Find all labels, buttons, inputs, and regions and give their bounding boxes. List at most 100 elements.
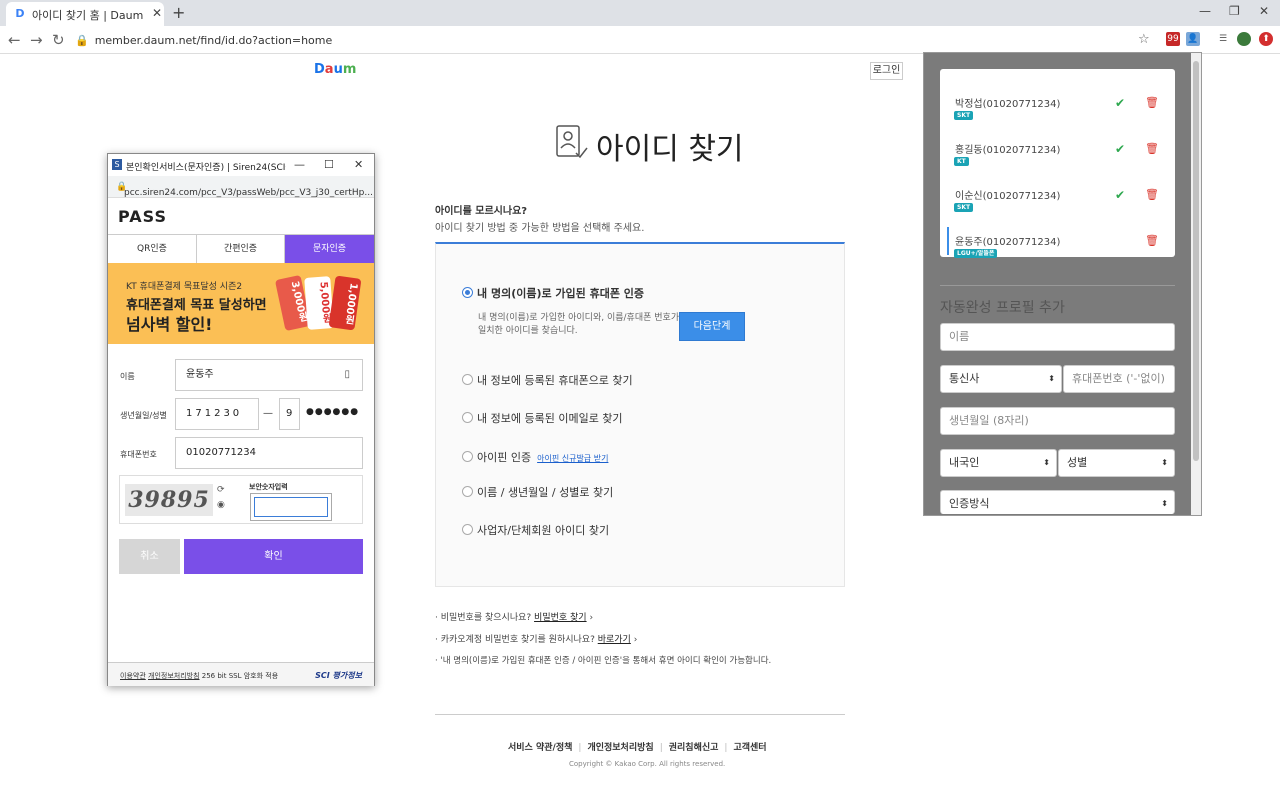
profile-name: 윤동주(01020771234) [955,237,1061,248]
captcha-image: 39895 [125,484,213,516]
tab-close-icon[interactable]: ✕ [152,6,162,20]
check-icon[interactable]: ✔ [1115,96,1125,110]
name-input[interactable]: 윤동주 ▯ [175,359,363,391]
browser-tab[interactable]: D 아이디 찾기 홈 | Daum 아이디 찾기 ✕ [6,2,164,26]
phone-input[interactable]: 01020771234 [175,437,363,469]
option-name-birth-gender[interactable]: 이름 / 생년월일 / 성별로 찾기 [462,484,613,500]
privacy-link[interactable]: 개인정보처리방침 [587,743,653,753]
carrier-badge: KT [954,157,969,166]
option-registered-email[interactable]: 내 정보에 등록된 이메일로 찾기 [462,410,623,426]
captcha-refresh-icon[interactable]: ⟳ [217,485,225,495]
captcha-input[interactable] [250,493,332,521]
minimize-icon[interactable]: — [1199,4,1211,18]
profile-avatar-icon[interactable] [1237,32,1251,46]
find-options-panel: 내 명의(이름)로 가입된 휴대폰 인증 내 명의(이름)로 가입한 아이디와,… [435,242,845,587]
popup-maximize-icon[interactable]: ☐ [324,158,334,171]
captcha-label: 보안숫자입력 [249,483,288,491]
profile-name: 홍길동(01020771234) [955,145,1061,156]
kakao-password-note: · 카카오계정 비밀번호 찾기를 원하시나요? 바로가기 › [435,635,638,645]
find-question: 아이디를 모르시나요? [435,206,528,217]
daum-logo[interactable]: Daum [314,62,356,77]
autofill-extension-panel: 박정섭(01020771234) SKT ✔ 🗑 홍길동(01020771234… [923,52,1202,516]
ipin-issue-link[interactable]: 아이핀 신규발급 받기 [537,454,608,463]
reading-list-icon[interactable]: ☰ [1216,32,1230,46]
login-button[interactable]: 로그인 [870,62,903,80]
restore-icon[interactable]: ❐ [1229,4,1240,18]
birth-input[interactable]: 171230 [175,398,259,430]
scrollbar-thumb[interactable] [1193,61,1199,461]
profile-item[interactable]: 이순신(01020771234) SKT ✔ 🗑 [940,173,1175,219]
auth-tabs: QR인증 간편인증 문자인증 [108,234,374,263]
option-ipin[interactable]: 아이핀 인증 아이핀 신규발급 받기 [462,449,608,465]
terms-link[interactable]: 이용약관 [120,672,146,680]
gender-select[interactable]: 성별 ⬍ [1058,449,1175,477]
url-field[interactable]: 🔒 member.daum.net/find/id.do?action=home [75,34,332,47]
gender-input[interactable]: 9 [279,398,300,430]
birth-label: 생년월일/성별 [120,411,167,420]
customer-center-link[interactable]: 고객센터 [733,743,766,753]
url-text: member.daum.net/find/id.do?action=home [94,34,333,47]
back-icon[interactable]: ← [8,31,21,49]
privacy-link[interactable]: 개인정보처리방침 [148,672,200,680]
find-password-link[interactable]: 비밀번호 찾기 [534,613,587,623]
ssl-text: 256 bit SSL 암호화 적용 [201,672,279,680]
profile-name: 이순신(01020771234) [955,191,1061,202]
divider [940,285,1175,286]
trash-icon[interactable]: 🗑 [1145,234,1159,247]
radio[interactable] [462,486,473,497]
birth-mask: ●●●●●● [306,407,360,417]
profile-item[interactable]: 홍길동(01020771234) KT ✔ 🗑 [940,127,1175,173]
check-icon[interactable]: ✔ [1115,142,1125,156]
name-label: 이름 [120,372,135,381]
profile-item-selected[interactable]: 윤동주(01020771234) LGU+/알뜰폰 🗑 [940,219,1175,265]
profile-name-input[interactable]: 이름 [940,323,1175,351]
tab-sms[interactable]: 문자인증 [285,235,374,263]
divider [435,714,845,715]
next-step-button[interactable]: 다음단계 [679,312,745,341]
report-link[interactable]: 권리침해신고 [669,743,719,753]
auth-method-select[interactable]: 인증방식 ⬍ [940,490,1175,514]
radio-selected[interactable] [462,287,473,298]
verification-popup: S 본인확인서비스(문자인증) | Siren24(SCI평가정보) — ☐ ✕… [107,153,375,686]
cancel-button[interactable]: 취소 [119,539,180,574]
panel-scrollbar[interactable] [1191,53,1201,515]
option-phone-auth[interactable]: 내 명의(이름)로 가입된 휴대폰 인증 [462,285,644,301]
autofill-extension-icon[interactable]: 👤 [1186,32,1200,46]
captcha-audio-icon[interactable]: ◉ [217,500,225,510]
radio[interactable] [462,524,473,535]
select-arrow-icon: ⬍ [1043,458,1050,467]
option-registered-phone[interactable]: 내 정보에 등록된 휴대폰으로 찾기 [462,372,633,388]
kt-promo-banner[interactable]: KT 휴대폰결제 목표달성 시즌2 휴대폰결제 목표 달성하면 넘사벽 할인! … [108,263,374,344]
new-tab-icon[interactable]: + [172,3,185,22]
popup-close-icon[interactable]: ✕ [354,158,363,171]
confirm-button[interactable]: 확인 [184,539,363,574]
bookmark-star-icon[interactable]: ☆ [1138,32,1150,47]
radio[interactable] [462,451,473,462]
keyboard-icon[interactable]: ▯ [344,360,350,390]
profile-birth-input[interactable]: 생년월일 (8자리) [940,407,1175,435]
check-icon[interactable]: ✔ [1115,188,1125,202]
trash-icon[interactable]: 🗑 [1145,142,1159,155]
profile-item[interactable]: 박정섭(01020771234) SKT ✔ 🗑 [940,81,1175,127]
reload-icon[interactable]: ↻ [52,31,65,49]
trash-icon[interactable]: 🗑 [1145,96,1159,109]
terms-link[interactable]: 서비스 약관/정책 [508,743,572,753]
kakao-shortcut-link[interactable]: 바로가기 [598,635,631,645]
carrier-select[interactable]: 통신사 ⬍ [940,365,1062,393]
radio[interactable] [462,374,473,385]
trash-icon[interactable]: 🗑 [1145,188,1159,201]
captcha-input-inner[interactable] [254,497,328,517]
update-icon[interactable]: ⬆ [1259,32,1273,46]
select-arrow-icon: ⬍ [1161,458,1168,467]
nationality-select[interactable]: 내국인 ⬍ [940,449,1057,477]
option-business[interactable]: 사업자/단체회원 아이디 찾기 [462,522,609,538]
radio[interactable] [462,412,473,423]
popup-minimize-icon[interactable]: — [294,158,305,171]
tab-simple[interactable]: 간편인증 [196,235,285,263]
profile-phone-input[interactable]: 휴대폰번호 ('-'없이) [1063,365,1175,393]
tab-qr[interactable]: QR인증 [108,235,196,263]
close-window-icon[interactable]: ✕ [1259,4,1269,18]
extension-badge-icon[interactable]: 99 [1166,32,1180,46]
popup-url[interactable]: 🔒 pcc.siren24.com/pcc_V3/passWeb/pcc_V3_… [116,182,373,198]
forward-icon[interactable]: → [30,31,43,49]
